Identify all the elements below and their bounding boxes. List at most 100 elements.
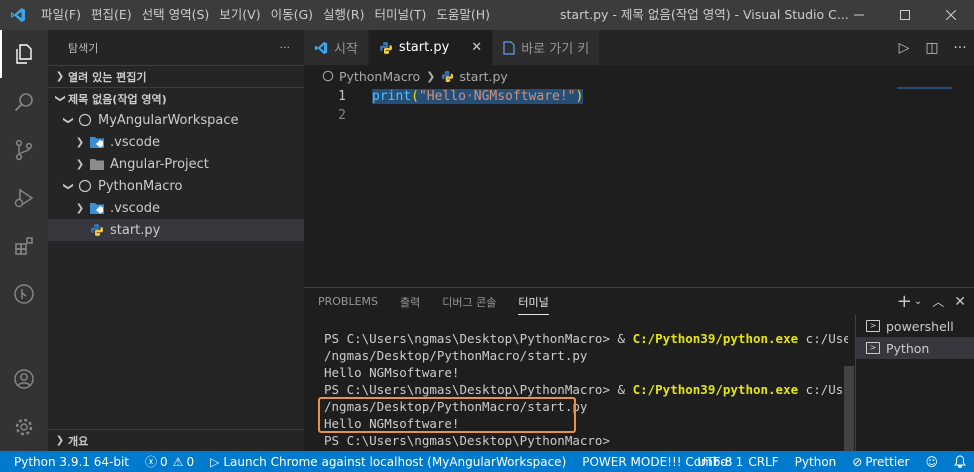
terminal-line: /ngmas/Desktop/PythonMacro/start.py — [324, 348, 588, 363]
terminal-args: c:/Users — [805, 331, 848, 346]
outline-section[interactable]: ❯ 개요 — [48, 429, 304, 451]
chevron-right-icon: ❯ — [55, 435, 65, 446]
tree-item-vscode[interactable]: ❯ .vscode — [48, 197, 304, 219]
eol-label: CRLF — [748, 454, 779, 469]
language-selector[interactable]: Python — [787, 451, 845, 472]
menu-go[interactable]: 이동(G) — [266, 0, 318, 30]
more-actions-icon[interactable]: ··· — [946, 40, 974, 56]
git-graph-icon[interactable] — [0, 270, 48, 318]
chevron-right-icon: ❯ — [75, 158, 85, 170]
notifications-bell-icon[interactable] — [946, 451, 974, 472]
minimize-button[interactable] — [836, 0, 882, 30]
vscode-folder-icon — [88, 134, 106, 150]
tab-problems[interactable]: PROBLEMS — [318, 288, 378, 315]
new-terminal-icon[interactable]: + — [897, 291, 912, 312]
terminal-icon: > — [866, 320, 880, 332]
tree-item-start-py[interactable]: start.py — [48, 219, 304, 241]
tree-item-vscode[interactable]: ❯ .vscode — [48, 131, 304, 153]
code-line: 1 print("Hello·NGMsoftware!") — [304, 87, 974, 106]
tab-label: 바로 가기 키 — [521, 42, 590, 57]
tree-item-pythonmacro[interactable]: ❯ PythonMacro — [48, 175, 304, 197]
tree-item-myangularworkspace[interactable]: ❯ MyAngularWorkspace — [48, 109, 304, 131]
source-control-icon[interactable] — [0, 126, 48, 174]
status-bar-right: UTF-8 CRLF Python ⊘ Prettier ☺ — [689, 451, 974, 472]
minimap-selection — [897, 87, 952, 89]
menu-view[interactable]: 보기(V) — [214, 0, 265, 30]
function-token: print — [372, 89, 412, 104]
warning-icon: ⚠ — [172, 454, 184, 469]
launch-config[interactable]: ▷ Launch Chrome against localhost (MyAng… — [202, 451, 574, 472]
breadcrumb-folder[interactable]: PythonMacro — [339, 69, 420, 84]
settings-gear-icon[interactable] — [0, 403, 48, 451]
language-label: Python — [794, 454, 837, 469]
menu-terminal[interactable]: 터미널(T) — [370, 0, 432, 30]
line-number: 2 — [338, 108, 346, 123]
terminal-command: C:/Python39/python.exe — [632, 382, 799, 397]
menu-file[interactable]: 파일(F) — [36, 0, 86, 30]
tab-terminal[interactable]: 터미널 — [518, 288, 550, 315]
python-interpreter[interactable]: Python 3.9.1 64-bit — [0, 451, 137, 472]
code-editor[interactable]: 1 print("Hello·NGMsoftware!") 2 — [304, 87, 974, 287]
maximize-panel-icon[interactable]: ︿ — [932, 293, 944, 310]
menu-selection[interactable]: 선택 영역(S) — [137, 0, 215, 30]
open-editors-section[interactable]: ❯ 열려 있는 편집기 — [48, 65, 304, 87]
encoding-label: UTF-8 — [697, 454, 733, 469]
extensions-icon[interactable] — [0, 222, 48, 270]
folder-icon — [88, 156, 106, 172]
split-editor-icon[interactable]: ◫ — [918, 40, 946, 56]
python-version: Python 3.9.1 64-bit — [14, 454, 130, 469]
eol-selector[interactable]: CRLF — [740, 451, 786, 472]
close-panel-icon[interactable]: ✕ — [954, 294, 966, 310]
close-window-button[interactable] — [928, 0, 974, 30]
terminal-scrollbar[interactable] — [844, 366, 854, 452]
tab-start-py[interactable]: start.py ✕ — [368, 30, 494, 65]
window-controls — [836, 0, 974, 30]
chevron-down-icon: ❯ — [62, 115, 74, 125]
code-text: print("Hello·NGMsoftware!") — [372, 89, 584, 104]
status-bar: Python 3.9.1 64-bit ⓧ 0 ⚠ 0 ▷ Launch Chr… — [0, 451, 974, 472]
problems-indicator[interactable]: ⓧ 0 ⚠ 0 — [137, 451, 202, 472]
string-token: "Hello·NGMsoftware!" — [418, 89, 576, 104]
terminal-line: PS C:\Users\ngmas\Desktop\PythonMacro> &… — [324, 381, 848, 398]
vscode-logo-icon — [314, 41, 328, 55]
prettier-status[interactable]: ⊘ Prettier — [844, 451, 917, 472]
menu-edit[interactable]: 편집(E) — [86, 0, 137, 30]
terminal-item-powershell[interactable]: > powershell — [856, 315, 974, 337]
workspace-section[interactable]: ❯ 제목 없음(작업 영역) — [48, 87, 304, 109]
tab-label: start.py — [398, 40, 450, 55]
account-icon[interactable] — [0, 355, 48, 403]
run-debug-icon[interactable] — [0, 174, 48, 222]
chevron-down-icon[interactable]: ⌄ — [914, 296, 922, 307]
tab-welcome[interactable]: 시작 — [304, 30, 369, 65]
tab-keyboard-shortcuts[interactable]: 바로 가기 키 — [493, 30, 601, 65]
warning-count: 0 — [186, 454, 195, 469]
workspace-label: 제목 없음(작업 영역) — [68, 92, 167, 106]
feedback-icon[interactable]: ☺ — [917, 451, 946, 472]
terminal-line: Hello NGMsoftware! — [324, 365, 460, 380]
tab-debug-console[interactable]: 디버그 콘솔 — [442, 288, 496, 315]
python-file-icon — [379, 41, 393, 55]
menu-help[interactable]: 도움말(H) — [431, 0, 495, 30]
breadcrumb-file[interactable]: start.py — [459, 69, 507, 84]
python-file-icon — [441, 70, 454, 83]
explorer-sidebar: 탐색기 ··· ❯ 열려 있는 편집기 ❯ 제목 없음(작업 영역) ❯ MyA… — [48, 30, 304, 451]
root-folder-icon — [76, 178, 94, 194]
chevron-right-icon: ❯ — [55, 71, 65, 82]
highlight-box — [318, 397, 576, 433]
close-tab-icon[interactable]: ✕ — [471, 40, 482, 55]
run-file-icon[interactable]: ▷ — [890, 40, 918, 56]
search-icon[interactable] — [0, 78, 48, 126]
tree-item-label: MyAngularWorkspace — [98, 112, 239, 128]
open-editors-label: 열려 있는 편집기 — [68, 70, 147, 84]
terminal-output[interactable]: PS C:\Users\ngmas\Desktop\PythonMacro> &… — [324, 330, 848, 452]
explorer-icon[interactable] — [0, 30, 48, 78]
menu-run[interactable]: 실행(R) — [318, 0, 369, 30]
terminal-icon: > — [866, 342, 880, 354]
encoding-selector[interactable]: UTF-8 — [689, 451, 740, 472]
panel-actions: + ⌄ ︿ ✕ — [887, 288, 966, 315]
tab-output[interactable]: 출력 — [400, 288, 420, 315]
maximize-button[interactable] — [882, 0, 928, 30]
more-actions-icon[interactable]: ··· — [280, 41, 291, 54]
terminal-item-python[interactable]: > Python — [856, 337, 974, 359]
tree-item-angular-project[interactable]: ❯ Angular-Project — [48, 153, 304, 175]
